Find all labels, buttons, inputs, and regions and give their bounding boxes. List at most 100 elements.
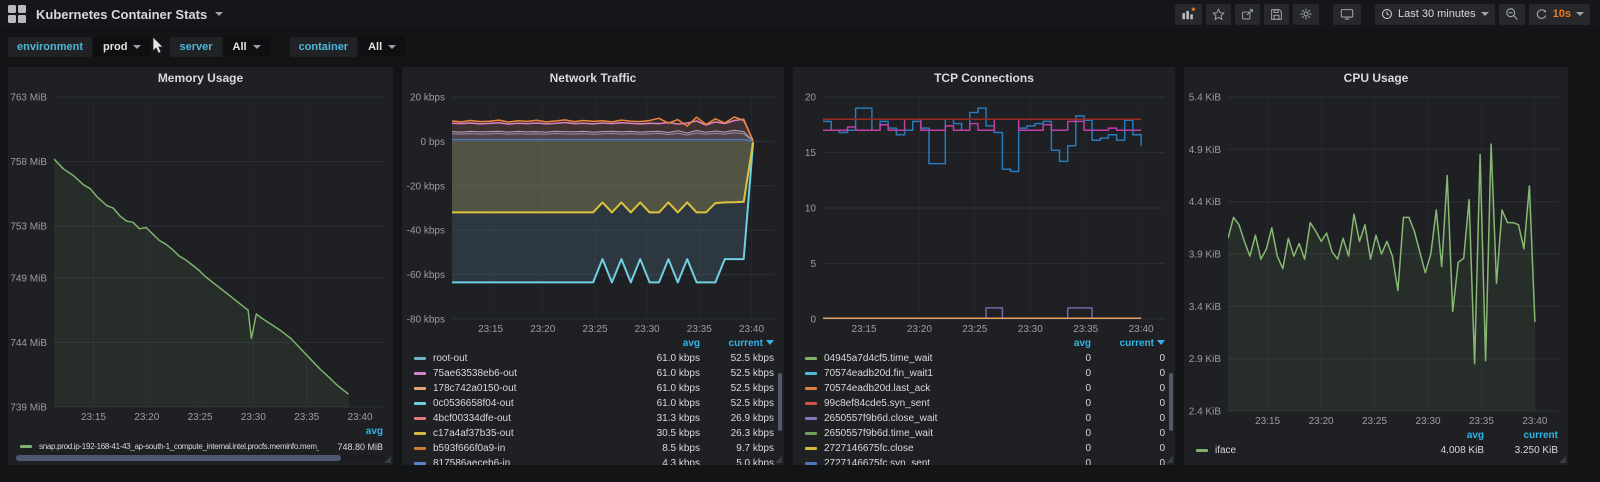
legend-column-current[interactable]: current bbox=[1484, 430, 1558, 441]
zoom-out-button[interactable] bbox=[1498, 3, 1525, 25]
svg-text:23:40: 23:40 bbox=[1129, 324, 1154, 335]
legend-series[interactable]: c17a4af37b35-out 30.5 kbps 26.3 kbps bbox=[402, 426, 784, 441]
legend-series[interactable]: 2727146675fc.close 0 0 bbox=[793, 441, 1175, 456]
legend-vertical-scrollbar[interactable] bbox=[1169, 373, 1173, 431]
refresh-picker[interactable]: 10s bbox=[1528, 3, 1590, 25]
legend-column-avg[interactable]: avg bbox=[626, 338, 700, 349]
legend-series[interactable]: 99c8ef84cde5.syn_sent 0 0 bbox=[793, 396, 1175, 411]
legend-series[interactable]: b593f666f0a9-in 8.5 kbps 9.7 kbps bbox=[402, 441, 784, 456]
svg-text:23:20: 23:20 bbox=[134, 412, 159, 423]
series-value: 26.3 kbps bbox=[730, 428, 774, 439]
legend-horizontal-scrollbar[interactable] bbox=[16, 455, 385, 461]
legend-series[interactable]: 2650557f9b6d.close_wait 0 0 bbox=[793, 411, 1175, 426]
series-color-swatch bbox=[805, 387, 817, 390]
svg-text:4.4 KiB: 4.4 KiB bbox=[1189, 197, 1222, 208]
legend-series[interactable]: 70574eadb20d.fin_wait1 0 0 bbox=[793, 366, 1175, 381]
variable-container-value[interactable]: All bbox=[359, 37, 406, 57]
svg-text:23:30: 23:30 bbox=[635, 324, 660, 335]
add-panel-button[interactable] bbox=[1174, 3, 1202, 25]
legend-series[interactable]: root-out 61.0 kbps 52.5 kbps bbox=[402, 351, 784, 366]
legend-header: avg current bbox=[1184, 427, 1568, 443]
variable-environment-value[interactable]: prod bbox=[94, 37, 151, 57]
legend-column-avg[interactable]: avg bbox=[1410, 430, 1484, 441]
series-name: 4bcf00334dfe-out bbox=[433, 413, 511, 424]
memory-usage-chart[interactable]: 23:15 23:20 23:25 23:30 23:35 23:40 763 MiB 758… bbox=[8, 89, 393, 423]
svg-text:23:35: 23:35 bbox=[1469, 416, 1494, 427]
legend-series[interactable]: 70574eadb20d.last_ack 0 0 bbox=[793, 381, 1175, 396]
series-color-swatch bbox=[414, 372, 426, 375]
svg-text:23:20: 23:20 bbox=[530, 324, 555, 335]
legend-series[interactable]: iface 4.008 KiB 3.250 KiB bbox=[1184, 443, 1568, 458]
legend-series[interactable]: snap.prod.ip-192-168-41-43_ap-south-1_co… bbox=[8, 439, 393, 453]
network-traffic-chart[interactable]: 23:15 23:20 23:25 23:30 23:35 23:40 20 kbps 0 b… bbox=[402, 89, 784, 335]
legend-column-current[interactable]: current bbox=[1091, 338, 1165, 349]
series-name: 2650557f9b6d.time_wait bbox=[824, 428, 933, 439]
legend-column-avg[interactable]: avg bbox=[309, 426, 383, 437]
series-name: root-out bbox=[433, 353, 468, 364]
add-panel-icon bbox=[1182, 7, 1196, 20]
star-icon bbox=[1212, 7, 1225, 20]
dashboard-title[interactable]: Kubernetes Container Stats bbox=[36, 7, 207, 22]
legend-column-avg[interactable]: avg bbox=[1017, 338, 1091, 349]
svg-text:744 MiB: 744 MiB bbox=[10, 338, 47, 349]
svg-text:0 bps: 0 bps bbox=[421, 137, 445, 148]
panel-title[interactable]: Network Traffic bbox=[402, 67, 784, 89]
variable-server-value[interactable]: All bbox=[223, 37, 270, 57]
legend-series[interactable]: 04945a7d4cf5.time_wait 0 0 bbox=[793, 351, 1175, 366]
cpu-usage-chart[interactable]: 23:15 23:20 23:25 23:30 23:35 23:40 5.4 KiB 4.9… bbox=[1184, 89, 1568, 427]
share-button[interactable] bbox=[1234, 3, 1260, 25]
settings-button[interactable] bbox=[1292, 3, 1319, 25]
refresh-icon bbox=[1536, 8, 1546, 19]
dropdown-caret-icon bbox=[388, 45, 397, 49]
legend-series[interactable]: 817586aeceb6-in 4.3 kbps 5.0 kbps bbox=[402, 456, 784, 465]
dashboard-title-caret-icon[interactable] bbox=[215, 12, 224, 16]
series-name: c17a4af37b35-out bbox=[433, 428, 514, 439]
legend-series[interactable]: 0c0536658f04-out 61.0 kbps 52.5 kbps bbox=[402, 396, 784, 411]
legend-series[interactable]: 4bcf00334dfe-out 31.3 kbps 26.9 kbps bbox=[402, 411, 784, 426]
svg-text:23:35: 23:35 bbox=[687, 324, 712, 335]
grafana-menu-icon[interactable] bbox=[8, 5, 26, 23]
gear-icon bbox=[1300, 8, 1312, 20]
series-value: 0 bbox=[1159, 413, 1165, 424]
series-name: 2650557f9b6d.close_wait bbox=[824, 413, 938, 424]
series-color-swatch bbox=[414, 462, 426, 465]
legend-series[interactable]: 75ae63538eb6-out 61.0 kbps 52.5 kbps bbox=[402, 366, 784, 381]
series-name: 0c0536658f04-out bbox=[433, 398, 514, 409]
legend-series[interactable]: 2650557f9b6d.time_wait 0 0 bbox=[793, 426, 1175, 441]
series-value: 26.9 kbps bbox=[730, 413, 774, 424]
series-name: 2727146675fc.syn_sent bbox=[824, 458, 931, 465]
legend-vertical-scrollbar[interactable] bbox=[778, 373, 782, 431]
svg-text:23:35: 23:35 bbox=[294, 412, 319, 423]
legend-series[interactable]: 2727146675fc.syn_sent 0 0 bbox=[793, 456, 1175, 465]
variable-container[interactable]: container All bbox=[289, 37, 406, 57]
panel-title[interactable]: Memory Usage bbox=[8, 67, 393, 89]
series-color-swatch bbox=[20, 445, 32, 448]
series-value: 4.3 kbps bbox=[662, 458, 700, 465]
save-button[interactable] bbox=[1263, 3, 1289, 25]
svg-text:5: 5 bbox=[810, 259, 816, 270]
panel-title[interactable]: CPU Usage bbox=[1184, 67, 1568, 89]
series-color-swatch bbox=[805, 357, 817, 360]
svg-text:20 kbps: 20 kbps bbox=[410, 93, 445, 104]
series-value: 4.008 KiB bbox=[1440, 445, 1484, 456]
series-value: 0 bbox=[1085, 353, 1091, 364]
memory-legend: avg snap.prod.ip-192-168-41-43_ap-south-1… bbox=[8, 423, 393, 453]
series-value: 5.0 kbps bbox=[736, 458, 774, 465]
tcp-connections-chart[interactable]: 23:15 23:20 23:25 23:30 23:35 23:40 20 15 10 5 0 bbox=[793, 89, 1175, 335]
svg-text:23:30: 23:30 bbox=[1415, 416, 1440, 427]
variable-server[interactable]: server All bbox=[170, 37, 270, 57]
series-value: 0 bbox=[1085, 383, 1091, 394]
zoom-out-icon bbox=[1505, 8, 1518, 20]
legend-column-current[interactable]: current bbox=[700, 338, 774, 349]
legend-series[interactable]: 178c742a0150-out 61.0 kbps 52.5 kbps bbox=[402, 381, 784, 396]
series-value: 61.0 kbps bbox=[656, 383, 700, 394]
scrollbar-thumb[interactable] bbox=[16, 455, 341, 461]
panel-title[interactable]: TCP Connections bbox=[793, 67, 1175, 89]
series-color-swatch bbox=[414, 447, 426, 450]
tcp-legend: avg current 04945a7d4cf5.time_wait 0 0 70574e… bbox=[793, 335, 1175, 465]
variable-environment[interactable]: environment prod bbox=[8, 37, 151, 57]
series-color-swatch bbox=[414, 357, 426, 360]
time-range-picker[interactable]: Last 30 minutes bbox=[1374, 3, 1495, 25]
star-button[interactable] bbox=[1205, 3, 1231, 25]
cycle-view-button[interactable] bbox=[1332, 3, 1361, 25]
